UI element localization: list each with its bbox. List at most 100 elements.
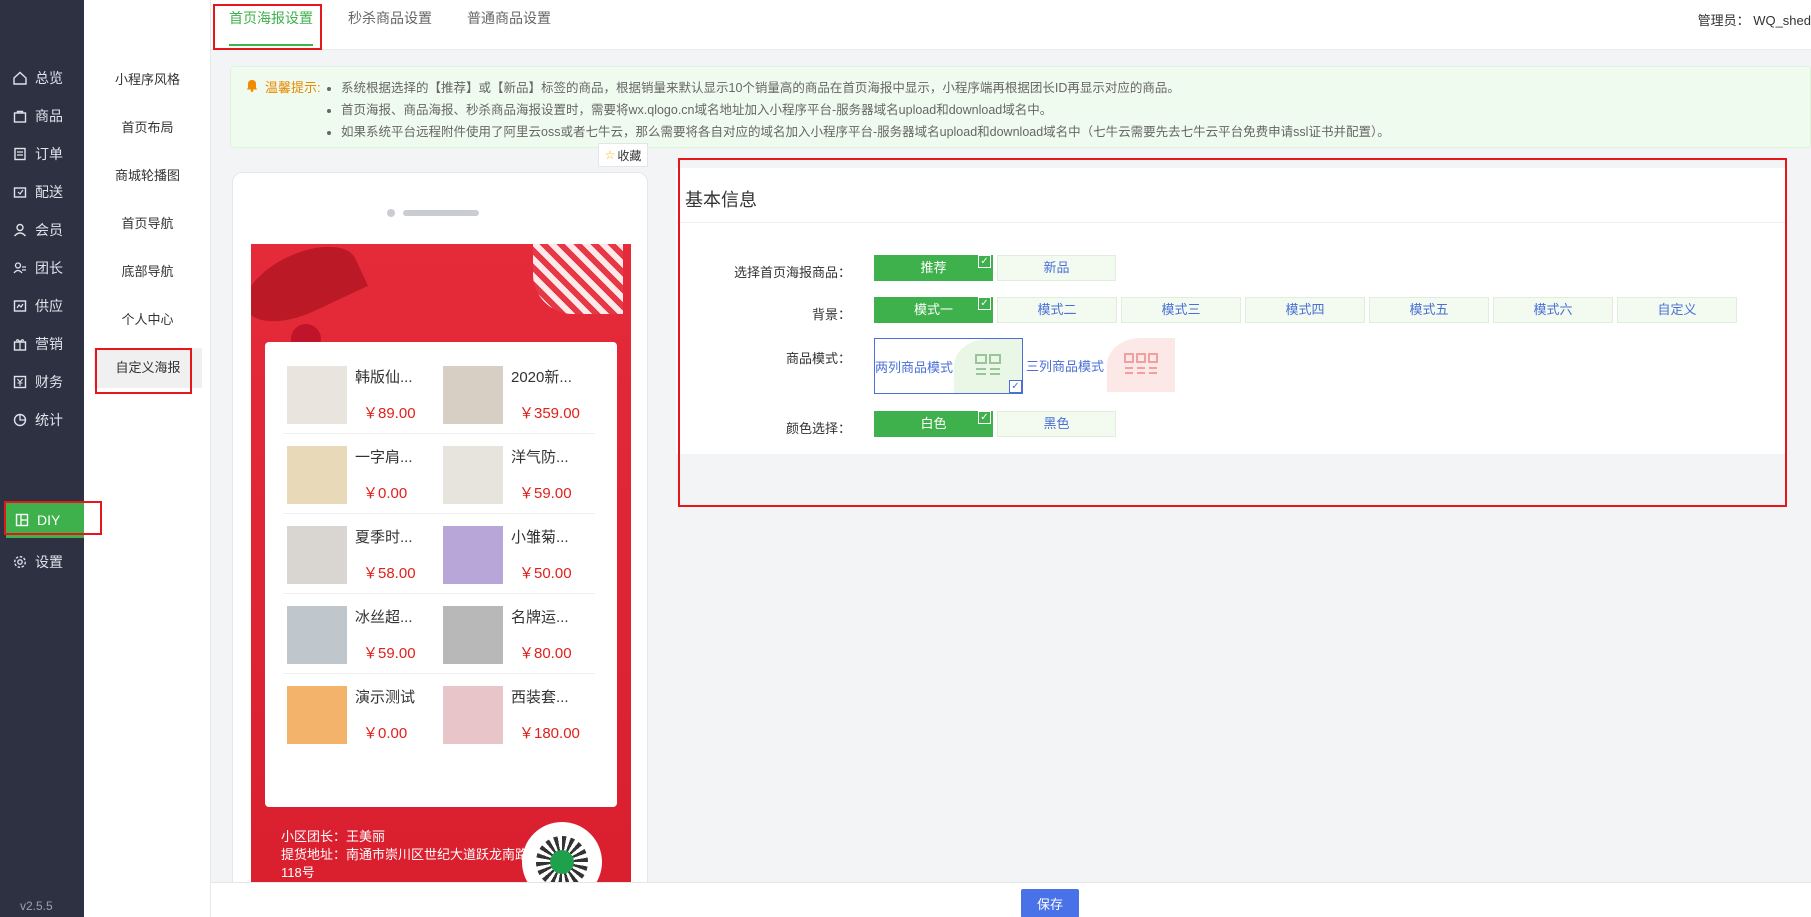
subnav-item-layout[interactable]: 首页布局 <box>84 108 211 148</box>
save-button[interactable]: 保存 <box>1021 889 1079 917</box>
product-name: 一字肩... <box>355 449 413 466</box>
nav-label: 订单 <box>35 146 63 162</box>
nav-item-settings[interactable]: 设置 <box>0 544 84 580</box>
nav-label: 总览 <box>35 70 63 86</box>
product-name: 演示测试 <box>355 689 416 706</box>
option-black[interactable]: 黑色 <box>997 411 1116 437</box>
option-bg-2[interactable]: 模式二 <box>997 297 1117 323</box>
nav-label: 统计 <box>35 412 63 428</box>
product-price: ￥359.00 <box>519 405 580 422</box>
product-thumbnail <box>443 446 503 504</box>
subnav-item-style[interactable]: 小程序风格 <box>84 60 211 100</box>
option-new[interactable]: 新品 <box>997 255 1116 281</box>
nav-label: 供应 <box>35 298 63 314</box>
subnav-item-home-nav[interactable]: 首页导航 <box>84 204 211 244</box>
divider <box>676 222 1786 223</box>
supply-icon <box>12 298 28 314</box>
star-icon: ☆ <box>604 148 616 162</box>
nav-item-stats[interactable]: 统计 <box>0 402 84 438</box>
nav-item-members[interactable]: 会员 <box>0 212 84 248</box>
bottom-bar: 保存 <box>211 882 1811 917</box>
nav-item-delivery[interactable]: 配送 <box>0 174 84 210</box>
version-label: v2.5.5 <box>20 899 53 913</box>
nav-item-leader[interactable]: 团长 <box>0 250 84 286</box>
option-bg-4[interactable]: 模式四 <box>1245 297 1365 323</box>
product-thumbnail <box>443 366 503 424</box>
option-label: 推荐 <box>920 260 947 275</box>
option-bg-3[interactable]: 模式三 <box>1121 297 1241 323</box>
check-icon: ✓ <box>978 255 991 268</box>
nav-item-overview[interactable]: 总览 <box>0 60 84 96</box>
basic-info-panel: 基本信息 选择首页海报商品： 推荐 ✓ 新品 背景： 模式一 ✓ 模式二 模式三… <box>676 168 1786 510</box>
product-thumbnail <box>287 366 347 424</box>
nav-label: 团长 <box>35 260 63 276</box>
product-name: 韩版仙... <box>355 369 413 386</box>
option-two-column[interactable]: 两列商品模式 ✓ <box>874 338 1023 394</box>
tip-box: 温馨提示: 系统根据选择的【推荐】或【新品】标签的商品，根据销量来默认显示10个… <box>230 66 1811 148</box>
subnav-item-carousel[interactable]: 商城轮播图 <box>84 156 211 196</box>
option-label: 白色 <box>920 416 947 431</box>
poster-preview: 韩版仙... ￥89.00 2020新... ￥359.00 一字肩... ￥0.00 洋气… <box>251 244 631 917</box>
collect-button[interactable]: ☆ 收藏 <box>598 143 648 167</box>
option-bg-5[interactable]: 模式五 <box>1369 297 1489 323</box>
option-recommend[interactable]: 推荐 ✓ <box>874 255 993 281</box>
product-item: 演示测试 ￥0.00 <box>283 674 439 744</box>
nav-label: DIY <box>37 512 61 528</box>
product-price: ￥80.00 <box>519 645 572 662</box>
phone-speaker <box>403 210 479 216</box>
mode-label: 商品模式： <box>785 351 851 366</box>
tip-title: 温馨提示: <box>245 77 321 96</box>
tab-normal-goods[interactable]: 普通商品设置 <box>467 0 551 46</box>
subnav-item-bottom-nav[interactable]: 底部导航 <box>84 252 211 292</box>
leader-info: 小区团长：王美丽 提货地址：南通市崇川区世纪大道跃龙南路118号 <box>281 828 531 882</box>
product-item: 小雏菊... ￥50.00 <box>439 514 595 594</box>
tip-line: 如果系统平台远程附件使用了阿里云oss或者七牛云，那么需要将各自对应的域名加入小… <box>341 121 1390 143</box>
option-three-column[interactable]: 三列商品模式 <box>1026 338 1175 394</box>
option-label: 三列商品模式 <box>1026 359 1105 374</box>
check-icon: ✓ <box>978 411 991 424</box>
product-item: 韩版仙... ￥89.00 <box>283 354 439 434</box>
nav-item-marketing[interactable]: 营销 <box>0 326 84 362</box>
leader-name: 小区团长：王美丽 <box>281 829 386 844</box>
product-price: ￥0.00 <box>363 485 408 502</box>
product-name: 冰丝超... <box>355 609 413 626</box>
nav-item-supply[interactable]: 供应 <box>0 288 84 324</box>
option-bg-6[interactable]: 模式六 <box>1493 297 1613 323</box>
gear-icon <box>12 554 28 570</box>
tab-flash-sale[interactable]: 秒杀商品设置 <box>348 0 432 46</box>
option-bg-custom[interactable]: 自定义 <box>1617 297 1737 323</box>
nav-item-finance[interactable]: 财务 <box>0 364 84 400</box>
product-item: 夏季时... ￥58.00 <box>283 514 439 594</box>
option-label: 两列商品模式 <box>875 360 954 375</box>
nav-label: 财务 <box>35 374 63 390</box>
product-name: 洋气防... <box>511 449 569 466</box>
tip-line: 首页海报、商品海报、秒杀商品海报设置时，需要将wx.qlogo.cn域名地址加入… <box>341 99 1390 121</box>
sub-nav: 小程序风格 首页布局 商城轮播图 首页导航 底部导航 个人中心 自定义海报 <box>84 0 211 917</box>
product-thumbnail <box>287 446 347 504</box>
product-name: 夏季时... <box>355 529 413 546</box>
tab-home-poster[interactable]: 首页海报设置 <box>229 0 313 46</box>
product-thumbnail <box>443 686 503 744</box>
option-white[interactable]: 白色 ✓ <box>874 411 993 437</box>
product-item: 西装套... ￥180.00 <box>439 674 595 744</box>
nav-label: 营销 <box>35 336 63 352</box>
background-label: 背景： <box>811 307 851 322</box>
nav-label: 设置 <box>35 554 63 570</box>
phone-preview: 韩版仙... ￥89.00 2020新... ￥359.00 一字肩... ￥0.00 洋气… <box>232 172 648 917</box>
tip-list: 系统根据选择的【推荐】或【新品】标签的商品，根据销量来默认显示10个销量高的商品… <box>341 77 1390 143</box>
subnav-item-profile[interactable]: 个人中心 <box>84 300 211 340</box>
subnav-item-custom-poster[interactable]: 自定义海报 <box>94 348 202 388</box>
option-bg-1[interactable]: 模式一 ✓ <box>874 297 993 323</box>
strawberry-decoration <box>533 244 623 314</box>
goods-label: 选择首页海报商品： <box>733 265 851 280</box>
ribbon-decoration <box>251 244 369 337</box>
nav-item-orders[interactable]: 订单 <box>0 136 84 172</box>
nav-label: 会员 <box>35 222 63 238</box>
product-thumbnail <box>287 526 347 584</box>
product-price: ￥50.00 <box>519 565 572 582</box>
user-icon <box>12 222 28 238</box>
nav-item-goods[interactable]: 商品 <box>0 98 84 134</box>
product-price: ￥59.00 <box>519 485 572 502</box>
admin-label: 管理员： WQ_shed <box>1697 13 1811 28</box>
option-label: 模式一 <box>913 302 953 317</box>
